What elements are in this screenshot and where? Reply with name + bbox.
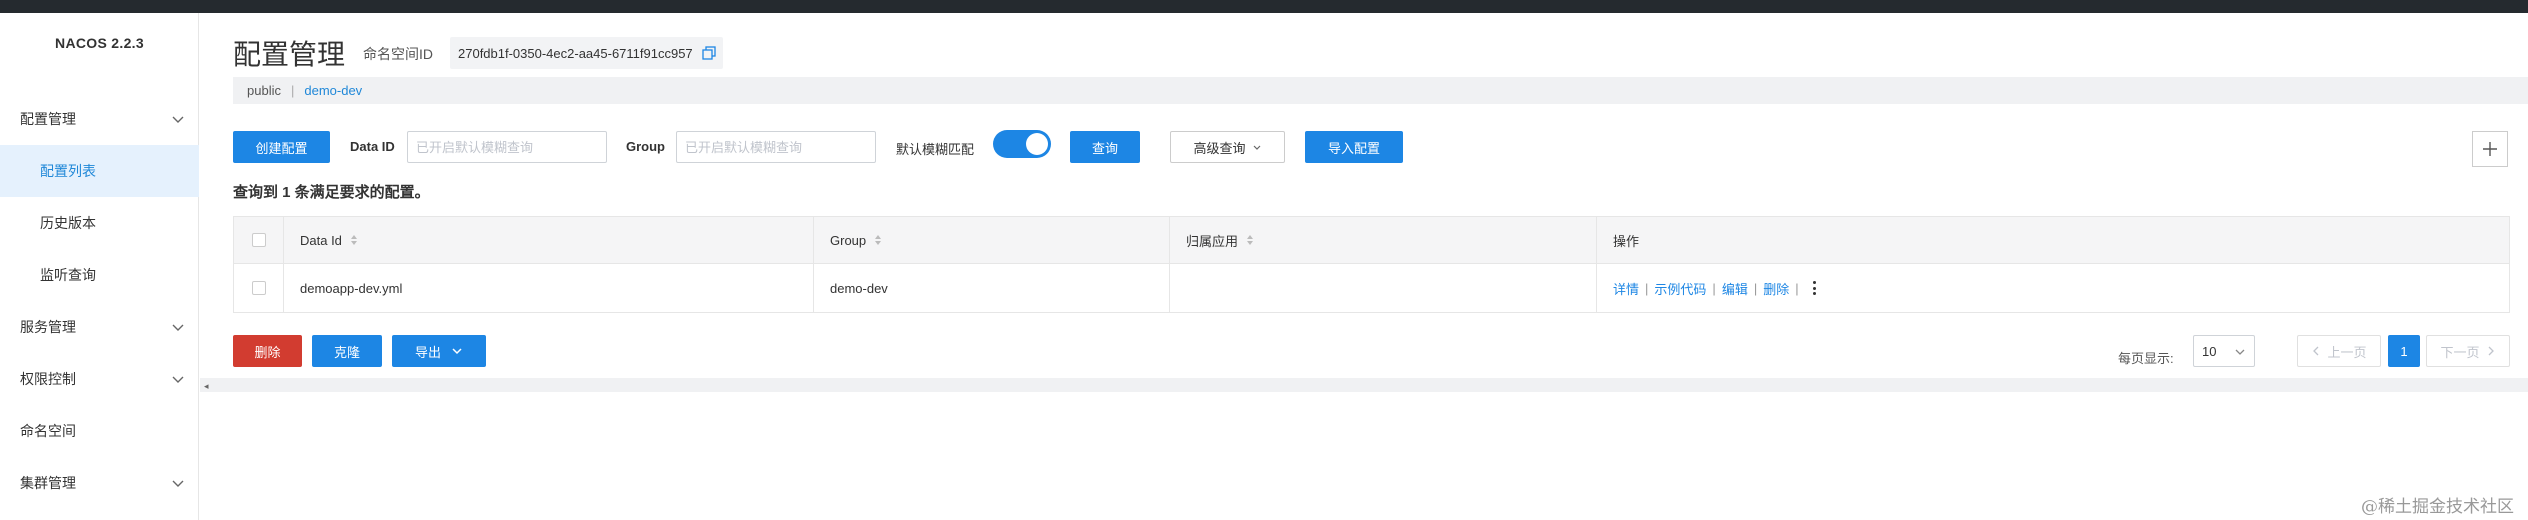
sidebar-item-label: 历史版本: [40, 215, 96, 231]
import-config-button[interactable]: 导入配置: [1305, 131, 1403, 163]
export-label: 导出: [414, 344, 441, 360]
sidebar-item-label: 监听查询: [40, 267, 96, 283]
sidebar-item-label: 服务管理: [20, 319, 76, 335]
sidebar-item-listener-query[interactable]: 监听查询: [0, 249, 199, 301]
chevron-right-icon: [2488, 346, 2494, 356]
chevron-down-icon: [172, 324, 184, 331]
column-header-label: 归属应用: [1186, 233, 1239, 249]
sidebar: NACOS 2.2.3 配置管理 配置列表 历史版本 监听查询 服务管理 权限控…: [0, 13, 199, 520]
column-header-app[interactable]: 归属应用: [1170, 217, 1597, 263]
sidebar-item-namespace[interactable]: 命名空间: [0, 405, 199, 457]
row-checkbox[interactable]: [251, 281, 266, 295]
page-size-label: 每页显示:: [2118, 351, 2174, 366]
chevron-down-icon: [1253, 145, 1260, 150]
op-separator: |: [1795, 280, 1799, 296]
chevron-down-icon: [172, 480, 184, 487]
namespace-breadcrumb: public | demo-dev: [233, 77, 2528, 104]
sidebar-item-cluster-management[interactable]: 集群管理: [0, 457, 199, 509]
header-checkbox-cell: [234, 217, 284, 263]
sample-code-link[interactable]: 示例代码: [1654, 279, 1706, 298]
sidebar-item-label: 权限控制: [20, 371, 76, 387]
op-separator: |: [1753, 280, 1758, 296]
namespace-id-text: 270fdb1f-0350-4ec2-aa45-6711f91cc957: [458, 45, 693, 61]
plus-icon: [2483, 142, 2497, 156]
sort-icon[interactable]: [1246, 234, 1254, 246]
more-options-icon[interactable]: [1812, 281, 1817, 295]
group-input[interactable]: [676, 131, 876, 163]
op-separator: |: [1645, 280, 1649, 296]
table-row: demoapp-dev.yml demo-dev 详情 | 示例代码 | 编辑 …: [234, 264, 2509, 312]
chevron-down-icon: [172, 376, 184, 383]
edit-link[interactable]: 编辑: [1722, 279, 1748, 298]
sidebar-item-label: 配置列表: [40, 163, 96, 179]
breadcrumb-separator: |: [290, 83, 295, 98]
cell-group: demo-dev: [814, 264, 1170, 312]
column-header-label: 操作: [1613, 233, 1640, 249]
column-header-label: Data Id: [300, 232, 342, 248]
search-button[interactable]: 查询: [1070, 131, 1140, 163]
clone-button[interactable]: 克隆: [312, 335, 382, 367]
horizontal-scrollbar[interactable]: ◂: [200, 378, 2528, 392]
cell-data-id: demoapp-dev.yml: [284, 264, 814, 312]
chevron-left-icon: [2313, 346, 2319, 356]
top-bar: [0, 0, 2528, 13]
select-all-checkbox[interactable]: [251, 233, 266, 247]
chevron-down-icon: [172, 116, 184, 123]
column-header-label: Group: [830, 232, 867, 248]
page-title: 配置管理: [233, 38, 346, 71]
data-id-label: Data ID: [350, 139, 395, 154]
chevron-down-icon: [452, 348, 462, 355]
sidebar-item-history[interactable]: 历史版本: [0, 197, 199, 249]
sidebar-item-label: 配置管理: [20, 111, 76, 127]
detail-link[interactable]: 详情: [1613, 279, 1639, 298]
delete-button[interactable]: 删除: [233, 335, 302, 367]
sidebar-item-label: 集群管理: [20, 475, 76, 491]
page-size-select[interactable]: 10: [2193, 335, 2255, 367]
page-size-value: 10: [2202, 343, 2217, 359]
sidebar-item-service-management[interactable]: 服务管理: [0, 301, 199, 353]
scroll-left-icon[interactable]: ◂: [204, 381, 209, 392]
result-summary: 查询到 1 条满足要求的配置。: [233, 184, 430, 201]
prev-page-button[interactable]: 上一页: [2297, 335, 2381, 367]
export-button[interactable]: 导出: [392, 335, 486, 367]
group-label: Group: [626, 139, 665, 154]
toggle-knob: [1026, 133, 1048, 155]
add-button[interactable]: [2472, 131, 2508, 167]
config-table: Data Id Group 归属应用 操作 demoapp-dev.yml de…: [233, 216, 2510, 313]
sidebar-item-access-control[interactable]: 权限控制: [0, 353, 199, 405]
watermark: @稀土掘金技术社区: [2361, 497, 2514, 517]
sidebar-item-config-management[interactable]: 配置管理: [0, 93, 199, 145]
sort-icon[interactable]: [874, 234, 882, 246]
op-separator: |: [1712, 280, 1716, 296]
namespace-demo-dev[interactable]: demo-dev: [304, 83, 362, 98]
namespace-public[interactable]: public: [247, 83, 281, 98]
fuzzy-match-label: 默认模糊匹配: [896, 142, 975, 157]
next-page-button[interactable]: 下一页: [2426, 335, 2510, 367]
column-header-group[interactable]: Group: [814, 217, 1170, 263]
sidebar-item-label: 命名空间: [20, 423, 76, 439]
column-header-data-id[interactable]: Data Id: [284, 217, 814, 263]
brand-logo: NACOS 2.2.3: [55, 35, 144, 51]
next-page-label: 下一页: [2440, 344, 2480, 360]
table-header: Data Id Group 归属应用 操作: [234, 217, 2509, 264]
advanced-search-label: 高级查询: [1193, 140, 1246, 156]
data-id-input[interactable]: [407, 131, 607, 163]
namespace-id-value: 270fdb1f-0350-4ec2-aa45-6711f91cc957: [450, 37, 723, 69]
cell-operations: 详情 | 示例代码 | 编辑 | 删除 |: [1597, 264, 2509, 312]
page-number-current[interactable]: 1: [2388, 335, 2420, 367]
namespace-id-label: 命名空间ID: [363, 46, 433, 62]
row-checkbox-cell: [234, 264, 284, 312]
cell-app: [1170, 264, 1597, 312]
copy-icon[interactable]: [701, 45, 717, 61]
advanced-search-button[interactable]: 高级查询: [1170, 131, 1285, 163]
main-content: 配置管理 命名空间ID 270fdb1f-0350-4ec2-aa45-6711…: [200, 13, 2528, 520]
chevron-down-icon: [2235, 349, 2245, 355]
delete-link[interactable]: 删除: [1763, 279, 1789, 298]
column-header-operations: 操作: [1597, 217, 2509, 263]
sidebar-item-config-list[interactable]: 配置列表: [0, 145, 199, 197]
sort-icon[interactable]: [350, 234, 358, 246]
create-config-button[interactable]: 创建配置: [233, 131, 330, 163]
prev-page-label: 上一页: [2327, 344, 2367, 360]
fuzzy-match-toggle[interactable]: [993, 130, 1051, 158]
